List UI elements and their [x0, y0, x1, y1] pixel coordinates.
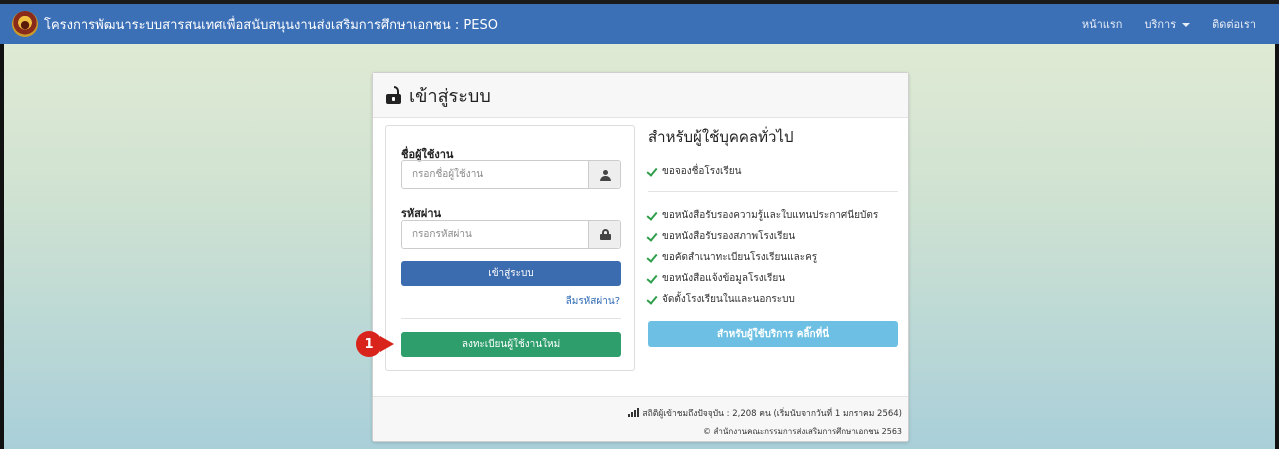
- nav-services-label: บริการ: [1144, 18, 1177, 31]
- list-item[interactable]: จัดตั้งโรงเรียนในและนอกระบบ: [648, 289, 898, 310]
- annotation-arrow-icon: [380, 336, 394, 352]
- lock-icon: [588, 221, 620, 248]
- navbar-brand[interactable]: โครงการพัฒนาระบบสารสนเทศเพื่อสนับสนุนงาน…: [44, 14, 498, 35]
- unlock-icon: [385, 86, 403, 104]
- copyright: © สำนักงานคณะกรรมการส่งเสริมการศึกษาเอกช…: [703, 427, 902, 436]
- password-input[interactable]: [402, 221, 588, 248]
- peso-logo-icon[interactable]: ●: [12, 11, 38, 37]
- login-button[interactable]: เข้าสู่ระบบ: [401, 261, 621, 286]
- check-icon: [648, 294, 658, 303]
- card-footer: สถิติผู้เข้าชมถึงปัจจุบัน : 2,208 คน (เร…: [373, 396, 908, 441]
- step-annotation-badge: 1: [356, 331, 382, 357]
- signal-bars-icon: [628, 408, 640, 417]
- list-item[interactable]: ขอหนังสือรับรองสภาพโรงเรียน: [648, 226, 898, 247]
- list-item[interactable]: ขอคัดสำเนาทะเบียนโรงเรียนและครู: [648, 247, 898, 268]
- service-user-button[interactable]: สำหรับผู้ใช้บริการ คลิ๊กที่นี่: [648, 321, 898, 347]
- nav-services-dropdown[interactable]: บริการ: [1133, 15, 1201, 33]
- general-section-title: สำหรับผู้ใช้บุคคลทั่วไป: [648, 128, 794, 146]
- navbar-links: หน้าแรก บริการ ติดต่อเรา: [1071, 4, 1267, 44]
- register-button[interactable]: ลงทะเบียนผู้ใช้งานใหม่: [401, 332, 621, 357]
- password-input-group: [401, 220, 621, 249]
- form-divider: [401, 318, 621, 319]
- check-icon: [648, 166, 658, 175]
- list-item[interactable]: ขอหนังสือรับรองความรู้และใบแทนประกาศนียบ…: [648, 205, 898, 226]
- check-icon: [648, 210, 658, 219]
- nav-home-link[interactable]: หน้าแรก: [1071, 15, 1134, 33]
- caret-down-icon: [1182, 23, 1191, 27]
- check-icon: [648, 231, 658, 240]
- login-card: เข้าสู่ระบบ ชื่อผู้ใช้งาน รหัสผ่าน เข้าส…: [372, 72, 909, 442]
- section-divider: [648, 191, 898, 192]
- general-user-section: สำหรับผู้ใช้บุคคลทั่วไป ขอจองชื่อโรงเรีย…: [648, 125, 898, 310]
- window-frame-left: [0, 44, 4, 449]
- forgot-password-link[interactable]: ลืมรหัสผ่าน?: [566, 294, 620, 309]
- login-form: ชื่อผู้ใช้งาน รหัสผ่าน เข้าสู่ระบบ ลืมรห…: [385, 125, 635, 371]
- list-item[interactable]: ขอจองชื่อโรงเรียน: [648, 161, 898, 182]
- check-icon: [648, 273, 658, 282]
- visitor-stats: สถิติผู้เข้าชมถึงปัจจุบัน : 2,208 คน (เร…: [373, 406, 902, 420]
- top-navbar: ● โครงการพัฒนาระบบสารสนเทศเพื่อสนับสนุนง…: [0, 4, 1279, 44]
- username-input-group: [401, 160, 621, 189]
- username-input[interactable]: [402, 161, 588, 188]
- window-frame-right: [1275, 44, 1279, 449]
- nav-contact-link[interactable]: ติดต่อเรา: [1201, 15, 1267, 33]
- check-icon: [648, 252, 658, 261]
- list-item[interactable]: ขอหนังสือแจ้งข้อมูลโรงเรียน: [648, 268, 898, 289]
- card-header: เข้าสู่ระบบ: [373, 73, 908, 118]
- user-icon: [588, 161, 620, 188]
- card-title: เข้าสู่ระบบ: [409, 85, 491, 107]
